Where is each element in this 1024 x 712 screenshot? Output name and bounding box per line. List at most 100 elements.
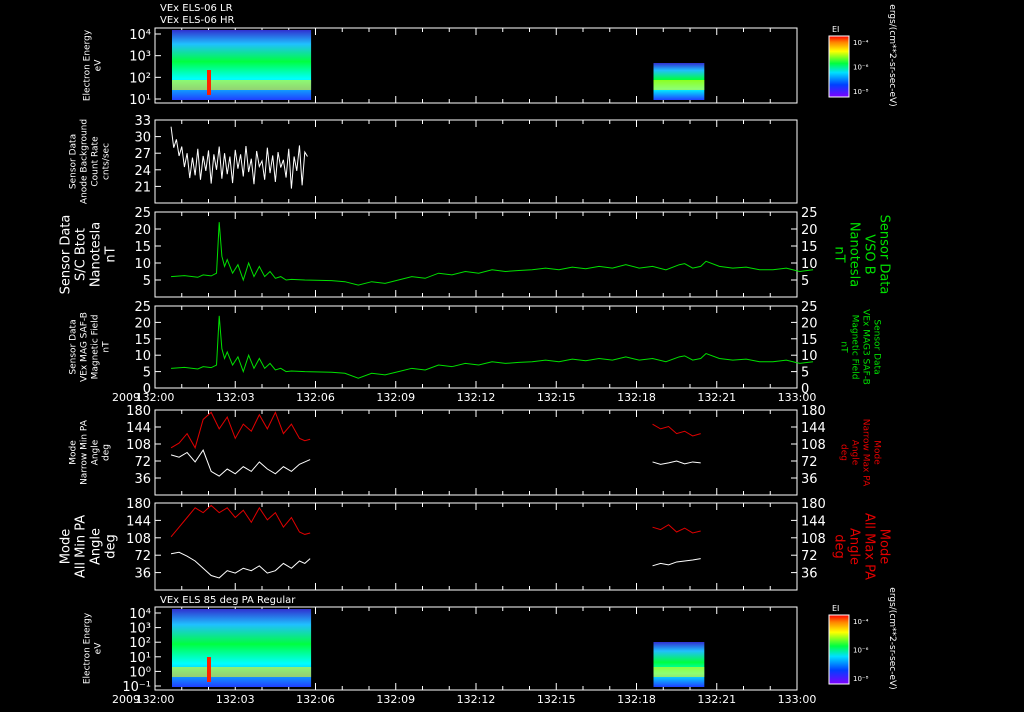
time-tick-label: 132:09 xyxy=(376,693,415,706)
y-tick-label: 10¹ xyxy=(129,651,151,666)
series-white-line xyxy=(652,460,701,465)
y-tick-label-right: 144 xyxy=(801,421,826,436)
right-axis-label: Mode xyxy=(877,529,892,564)
y-tick-label: 10² xyxy=(129,71,151,86)
panel-frame xyxy=(154,409,798,496)
time-tick-label: 132:12 xyxy=(457,391,496,404)
y-axis-label: Mode xyxy=(69,440,79,465)
right-axis-label: nT xyxy=(839,341,849,353)
y-tick-label: 25 xyxy=(134,300,151,315)
y-tick-label: 72 xyxy=(134,549,151,564)
y-tick-label-right: 15 xyxy=(801,240,818,255)
y-tick-label: 10⁰ xyxy=(129,665,151,680)
y-axis-label: eV xyxy=(94,59,104,72)
panel-frame xyxy=(154,211,798,298)
panel-all_pa: 180 180144 144108 10872 7236 36Mode All Min PA… xyxy=(59,497,892,591)
y-tick-label: 21 xyxy=(134,180,151,195)
header-line-2: VEx ELS-06 HR xyxy=(160,15,235,26)
y-tick-label-right: 25 xyxy=(801,300,818,315)
y-axis-label: All Min PA xyxy=(74,515,89,578)
colorbar-tick: 10⁻⁸ xyxy=(853,675,869,683)
right-axis-label: Nanotesla xyxy=(847,222,862,287)
time-tick-label: 133:00 xyxy=(778,391,817,404)
right-axis-label: Magnetic Field xyxy=(850,315,860,380)
y-tick-label-right: 5 xyxy=(801,274,809,289)
y-tick-label-right: 20 xyxy=(801,316,818,331)
panel-sc_btot: 25 2520 2015 1510 105 5Sensor Data S/C Btot Nan… xyxy=(59,206,892,298)
y-tick-label-right: 25 xyxy=(801,206,818,221)
time-tick-label: 132:03 xyxy=(216,693,255,706)
y-tick-label: 20 xyxy=(134,223,151,238)
series-red-line xyxy=(170,504,311,538)
colorbar-unit: ergs/(cm**2-sr-sec-eV) xyxy=(887,587,897,689)
y-axis-label: Anode Background xyxy=(80,119,90,204)
y-axis-label: deg xyxy=(104,534,119,559)
colorbar-title: EI xyxy=(832,25,839,34)
spectrogram-block xyxy=(653,642,705,687)
y-tick-label: 10² xyxy=(129,636,151,651)
y-tick-label-right: 144 xyxy=(801,514,826,529)
colorbar-tick: 10⁻⁶ xyxy=(853,647,869,655)
right-axis-label: nT xyxy=(832,246,847,262)
y-tick-label-right: 108 xyxy=(801,532,826,547)
colorbar-tick: 10⁻⁴ xyxy=(853,39,869,47)
colorbar xyxy=(828,35,850,98)
right-axis-label: VEx MAG3 SAF-B xyxy=(861,309,871,385)
y-axis-label: cnts/sec xyxy=(102,143,112,180)
y-tick-label: 72 xyxy=(134,455,151,470)
series-green-line xyxy=(171,315,814,379)
y-axis-label: eV xyxy=(94,642,104,655)
right-axis-label: VSO B xyxy=(862,234,877,274)
plot-canvas: VEx ELS-06 LR VEx ELS-06 HR 10⁴10³10²10¹… xyxy=(59,3,898,706)
right-axis-label: deg xyxy=(839,444,849,461)
y-tick-label: 10³ xyxy=(129,50,151,65)
y-axis-label: Mode xyxy=(59,529,74,564)
panel-frame xyxy=(154,305,798,389)
y-tick-label-right: 180 xyxy=(801,497,826,512)
time-tick-label: 132:18 xyxy=(617,391,656,404)
y-tick-label-right: 72 xyxy=(801,455,818,470)
y-axis-label: Sensor Data xyxy=(69,134,79,189)
y-axis-label: Sensor Data xyxy=(59,215,74,295)
time-tick-label: 132:00 xyxy=(136,693,175,706)
time-tick-label: 132:15 xyxy=(537,391,576,404)
y-tick-label-right: 5 xyxy=(801,366,809,381)
panel-title: VEx ELS 85 deg PA Regular xyxy=(160,595,296,606)
y-tick-label: 10¹ xyxy=(129,93,151,108)
y-axis-label: Electron Energy xyxy=(83,29,93,101)
y-tick-label: 33 xyxy=(134,114,151,129)
time-tick-label: 132:21 xyxy=(697,391,736,404)
y-tick-label: 144 xyxy=(126,421,151,436)
time-tick-label: 132:03 xyxy=(216,391,255,404)
y-axis-label: VEx MAG SAF-B xyxy=(80,312,90,382)
y-tick-label: 10⁴ xyxy=(129,28,151,43)
time-tick-label: 132:00 xyxy=(136,391,175,404)
colorbar-tick: 10⁻⁸ xyxy=(853,88,869,96)
y-tick-label: 10³ xyxy=(129,622,151,637)
spectrogram-band xyxy=(653,667,705,677)
y-tick-label-right: 20 xyxy=(801,223,818,238)
colorbar-tick: 10⁻⁴ xyxy=(853,618,869,626)
y-axis-label: S/C Btot xyxy=(74,228,89,281)
y-tick-label-right: 72 xyxy=(801,549,818,564)
y-axis-label: Electron Energy xyxy=(83,612,93,684)
series-white-line xyxy=(170,449,311,477)
y-axis-label: Count Rate xyxy=(91,136,101,187)
right-axis-label: deg xyxy=(832,534,847,559)
panel-anode_bg: 33 3027 2421 Sensor Data Anode Background Cou… xyxy=(69,114,798,204)
y-tick-label: 180 xyxy=(126,404,151,419)
right-axis-label: Sensor Data xyxy=(872,319,882,374)
y-axis-label: deg xyxy=(102,444,112,461)
time-tick-label: 132:09 xyxy=(376,391,415,404)
y-axis-label: nT xyxy=(104,246,119,262)
colorbar-tick: 10⁻⁶ xyxy=(853,64,869,72)
y-tick-label: 144 xyxy=(126,514,151,529)
series-white-line xyxy=(652,558,701,567)
colorbar-unit: ergs/(cm**2-sr-sec-eV) xyxy=(887,4,897,106)
time-tick-label: 132:06 xyxy=(296,391,335,404)
y-tick-label: 27 xyxy=(134,147,151,162)
y-axis-label: nT xyxy=(102,341,112,353)
panel-elec_energy_bottom: 10⁴10³10²10¹10⁰10⁻¹Electron Energy eVEI10… xyxy=(83,587,898,706)
series-red-line xyxy=(652,524,701,534)
y-tick-label: 5 xyxy=(143,366,151,381)
